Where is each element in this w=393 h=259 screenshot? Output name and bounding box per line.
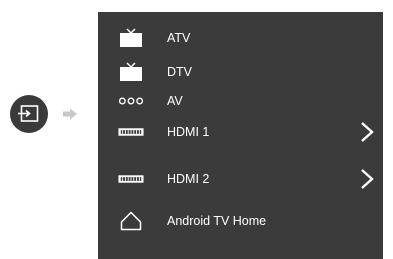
menu-item-av[interactable]: AV xyxy=(98,87,383,115)
av-connector-icon xyxy=(118,91,144,111)
hdmi-port-icon xyxy=(118,169,144,189)
menu-item-atv[interactable]: ATV xyxy=(98,24,383,52)
menu-item-hdmi-1[interactable]: HDMI 1 xyxy=(98,118,383,146)
menu-item-label: AV xyxy=(167,94,183,108)
input-source-menu: ATV DTV AV HDMI 1 HDMI 2 Android TV Home xyxy=(98,12,383,259)
menu-item-label: Android TV Home xyxy=(167,214,267,228)
tv-icon xyxy=(118,28,144,48)
menu-item-hdmi-2[interactable]: HDMI 2 xyxy=(98,165,383,193)
home-icon xyxy=(118,211,144,231)
hdmi-port-icon xyxy=(118,122,144,142)
chevron-right-icon[interactable] xyxy=(360,168,374,190)
input-source-icon xyxy=(18,105,39,122)
menu-item-label: DTV xyxy=(167,65,192,79)
menu-item-label: HDMI 2 xyxy=(167,172,210,186)
chevron-right-icon[interactable] xyxy=(360,121,374,143)
tv-icon xyxy=(118,62,144,82)
menu-item-dtv[interactable]: DTV xyxy=(98,58,383,86)
arrow-right-icon xyxy=(63,108,77,120)
input-source-button[interactable] xyxy=(10,95,48,133)
menu-item-label: ATV xyxy=(167,31,191,45)
menu-item-android-tv-home[interactable]: Android TV Home xyxy=(98,207,383,235)
menu-item-label: HDMI 1 xyxy=(167,125,210,139)
